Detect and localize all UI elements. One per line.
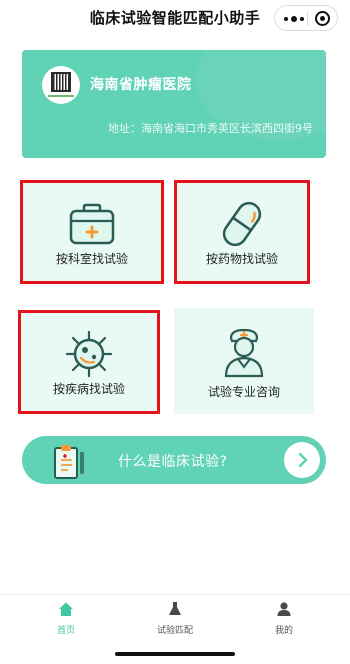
banner-arrow-button[interactable] bbox=[284, 442, 320, 478]
find-by-disease-card[interactable]: 按疾病找试验 bbox=[18, 310, 160, 414]
capsule-divider bbox=[307, 12, 308, 26]
virus-icon bbox=[65, 330, 113, 378]
capsule-icon bbox=[222, 201, 262, 247]
logo-caption bbox=[48, 95, 74, 97]
what-is-clinical-trial-banner[interactable]: 什么是临床试验? bbox=[22, 436, 326, 484]
hospital-card[interactable]: 海南省肿瘤医院 地址：海南省海口市秀英区长滨西四街9号 bbox=[22, 50, 326, 158]
flask-icon bbox=[169, 602, 181, 615]
user-icon bbox=[277, 602, 291, 616]
page: 临床试验智能匹配小助手 海南省肿瘤医院 地址：海南省海口市秀英区长滨西四街9号 … bbox=[0, 0, 350, 664]
find-by-drug-card[interactable]: 按药物找试验 bbox=[174, 180, 310, 284]
tab-label: 试验匹配 bbox=[156, 626, 193, 636]
tab-label: 首页 bbox=[56, 626, 75, 636]
find-by-department-card[interactable]: 按科室找试验 bbox=[20, 180, 164, 284]
chevron-right-icon bbox=[298, 452, 308, 468]
card-label: 按科室找试验 bbox=[55, 252, 128, 266]
navigation-bar: 临床试验智能匹配小助手 bbox=[0, 0, 350, 34]
consultation-card[interactable]: 试验专业咨询 bbox=[174, 308, 314, 414]
nurse-icon bbox=[224, 328, 264, 378]
hospital-address: 地址：海南省海口市秀英区长滨西四街9号 bbox=[108, 122, 313, 135]
home-icon bbox=[59, 602, 73, 616]
tab-home[interactable]: 首页 bbox=[36, 601, 96, 636]
card-label: 按疾病找试验 bbox=[52, 382, 125, 396]
banner-text: 什么是临床试验? bbox=[118, 454, 228, 470]
clipboard-icon bbox=[54, 445, 84, 479]
hospital-logo bbox=[42, 66, 80, 104]
qr-code-icon bbox=[51, 72, 71, 92]
tab-trial-match[interactable]: 试验匹配 bbox=[145, 601, 205, 636]
mini-program-capsule bbox=[274, 5, 338, 31]
home-indicator bbox=[115, 652, 235, 656]
more-icon[interactable] bbox=[284, 16, 304, 22]
close-icon[interactable] bbox=[315, 11, 330, 26]
card-label: 按药物找试验 bbox=[205, 252, 278, 266]
tab-label: 我的 bbox=[274, 626, 293, 636]
hospital-name: 海南省肿瘤医院 bbox=[90, 77, 192, 93]
card-label: 试验专业咨询 bbox=[207, 385, 280, 399]
tab-mine[interactable]: 我的 bbox=[254, 601, 314, 636]
medical-kit-icon bbox=[69, 203, 115, 245]
